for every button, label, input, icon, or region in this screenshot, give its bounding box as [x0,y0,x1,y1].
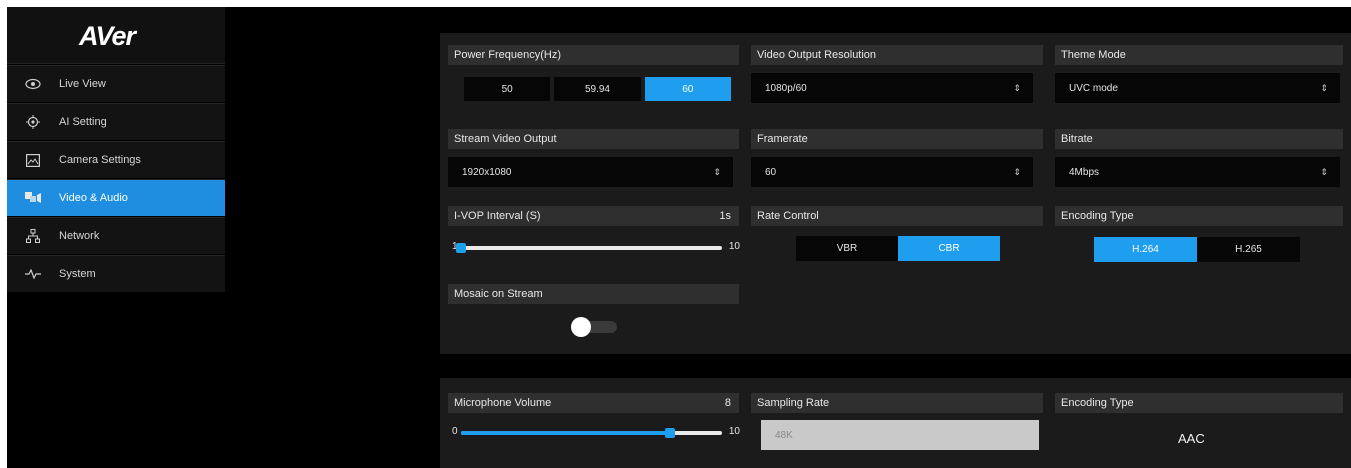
microphone-volume-label: Microphone Volume 8 [448,393,739,413]
slider-track [461,246,722,250]
select-value: 4Mbps [1069,166,1100,178]
sidebar: AVer Live View AI Setting Camera Setting… [7,7,225,468]
encoding-option-h265[interactable]: H.265 [1197,237,1300,262]
framerate-select[interactable]: 60 ⇕ [751,157,1033,187]
power-frequency-selector: 50 59.94 60 [464,77,731,101]
sidebar-item-live-view[interactable]: Live View [7,65,225,102]
select-value: UVC mode [1069,82,1118,94]
select-value: 1080p/60 [765,82,807,94]
app-window: AVer Live View AI Setting Camera Setting… [7,7,1351,468]
sidebar-item-label: AI Setting [59,116,107,128]
rate-control-selector: VBR CBR [796,236,1000,261]
pulse-icon [7,269,59,279]
slider-max-label: 10 [728,241,740,252]
slider-fill [461,431,670,435]
power-frequency-option-50[interactable]: 50 [464,77,551,101]
chevron-updown-icon: ⇕ [1320,83,1328,93]
power-frequency-option-5994[interactable]: 59.94 [554,77,641,101]
sampling-rate-label: Sampling Rate [751,393,1043,413]
logo-area: AVer [7,7,225,64]
sampling-rate-field: 48K [761,420,1039,450]
theme-mode-select[interactable]: UVC mode ⇕ [1055,73,1340,103]
toggle-knob [571,317,591,337]
ivop-interval-slider[interactable]: 1 10 [452,241,740,255]
framerate-label: Framerate [751,129,1043,149]
select-value: 1920x1080 [462,166,512,178]
bitrate-select[interactable]: 4Mbps ⇕ [1055,157,1340,187]
ivop-interval-value: 1s [719,210,731,222]
video-output-resolution-label: Video Output Resolution [751,45,1043,65]
theme-mode-label: Theme Mode [1055,45,1343,65]
sidebar-item-ai-setting[interactable]: AI Setting [7,103,225,140]
sidebar-item-label: Network [59,230,100,242]
power-frequency-option-60[interactable]: 60 [644,77,731,101]
mosaic-on-stream-toggle[interactable] [571,317,617,337]
select-value: 60 [765,166,777,178]
encoding-type-selector: H.264 H.265 [1094,237,1300,262]
sidebar-item-video-audio[interactable]: Video & Audio [7,179,225,216]
video-settings-panel: Power Frequency(Hz) 50 59.94 60 Video Ou… [440,33,1351,354]
encoding-option-h264[interactable]: H.264 [1094,237,1197,262]
chevron-updown-icon: ⇕ [1320,167,1328,177]
sidebar-item-camera-settings[interactable]: Camera Settings [7,141,225,178]
chevron-updown-icon: ⇕ [1013,167,1021,177]
slider-handle[interactable] [664,428,675,438]
stream-video-output-label: Stream Video Output [448,129,739,149]
bitrate-label: Bitrate [1055,129,1343,149]
slider-handle[interactable] [456,243,466,253]
stream-video-output-select[interactable]: 1920x1080 ⇕ [448,157,733,187]
aver-logo: AVer [79,21,136,51]
eye-icon [7,78,59,90]
mosaic-on-stream-label: Mosaic on Stream [448,284,739,304]
encoding-type-label: Encoding Type [1055,206,1343,226]
rate-control-option-cbr[interactable]: CBR [898,236,1000,261]
target-icon [7,115,59,129]
rate-control-option-vbr[interactable]: VBR [796,236,898,261]
slider-min-label: 0 [452,426,458,437]
sidebar-item-label: System [59,268,96,280]
sidebar-item-system[interactable]: System [7,255,225,292]
ivop-interval-label: I-VOP Interval (S) 1s [448,206,739,226]
audio-encoding-value: AAC [1178,431,1205,446]
audio-encoding-type-label: Encoding Type [1055,393,1343,413]
power-frequency-label: Power Frequency(Hz) [448,45,739,65]
audio-settings-panel: Microphone Volume 8 0 10 Sampling Rate 4… [440,378,1351,468]
slider-max-label: 10 [728,426,740,437]
video-audio-icon [7,191,59,205]
microphone-volume-value: 8 [724,397,731,409]
sidebar-item-label: Video & Audio [59,192,128,204]
chevron-updown-icon: ⇕ [713,167,721,177]
sidebar-item-network[interactable]: Network [7,217,225,254]
chevron-updown-icon: ⇕ [1013,83,1021,93]
sidebar-item-label: Camera Settings [59,154,141,166]
rate-control-label: Rate Control [751,206,1043,226]
microphone-volume-slider[interactable]: 0 10 [452,426,740,440]
image-icon [7,153,59,167]
sidebar-item-label: Live View [59,78,106,90]
network-icon [7,229,59,243]
video-output-resolution-select[interactable]: 1080p/60 ⇕ [751,73,1033,103]
